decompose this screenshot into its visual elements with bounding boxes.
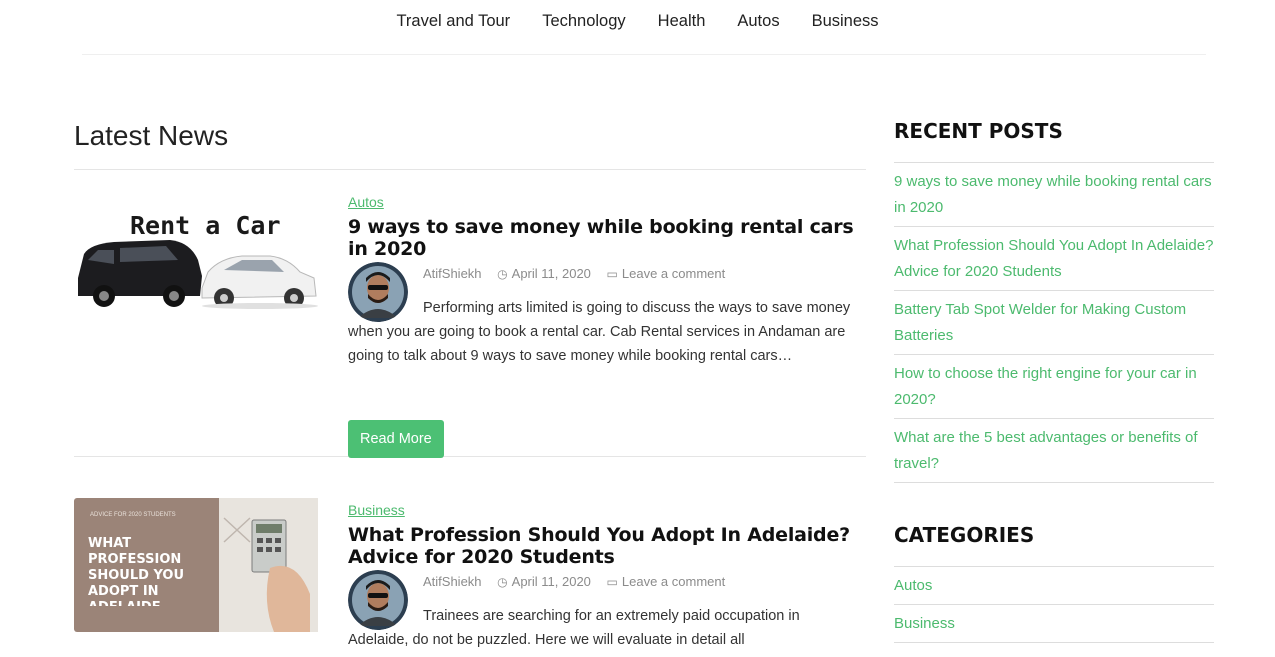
main-content: Latest News Rent a Car Autos 9 ways to s… xyxy=(74,116,866,657)
post-category-link[interactable]: Business xyxy=(348,502,860,520)
sidebar: RECENT POSTS 9 ways to save money while … xyxy=(894,116,1214,643)
nav-item-travel-and-tour[interactable]: Travel and Tour xyxy=(396,13,510,30)
nav-item-technology[interactable]: Technology xyxy=(542,13,625,30)
post-meta: AtifShiekh ◷ April 11, 2020 ▭ Leave a comm… xyxy=(423,266,737,281)
post-category-link[interactable]: Autos xyxy=(348,194,860,212)
list-item: Autos xyxy=(894,567,1214,605)
post-comment-link[interactable]: Leave a comment xyxy=(622,266,725,281)
thumb-text: Rent a Car xyxy=(130,211,281,240)
post-author[interactable]: AtifShiekh xyxy=(423,266,482,281)
list-item: What are the 5 best advantages or benefi… xyxy=(894,419,1214,483)
recent-post-link[interactable]: Battery Tab Spot Welder for Making Custo… xyxy=(894,297,1214,349)
post-author[interactable]: AtifShiekh xyxy=(423,574,482,589)
post-title[interactable]: 9 ways to save money while booking renta… xyxy=(348,216,860,260)
read-more-button[interactable]: Read More xyxy=(348,420,444,458)
post-card: ADVICE FOR 2020 STUDENTS WHAT PROFESSION… xyxy=(74,457,866,657)
post-body: Business What Profession Should You Adop… xyxy=(348,502,860,648)
recent-posts-list: 9 ways to save money while booking renta… xyxy=(894,162,1214,483)
post-meta: AtifShiekh ◷ April 11, 2020 ▭ Leave a comm… xyxy=(423,574,737,589)
clock-icon: ◷ xyxy=(497,575,508,589)
nav-item-health[interactable]: Health xyxy=(658,13,706,30)
list-item: 9 ways to save money while booking renta… xyxy=(894,163,1214,227)
section-title: Latest News xyxy=(74,120,229,151)
recent-posts-title: RECENT POSTS xyxy=(894,119,1063,143)
post-title[interactable]: What Profession Should You Adopt In Adel… xyxy=(348,524,860,568)
post-thumbnail[interactable]: ADVICE FOR 2020 STUDENTS WHAT PROFESSION… xyxy=(74,498,318,632)
rent-a-car-image: Rent a Car xyxy=(74,204,318,312)
post-comment-link[interactable]: Leave a comment xyxy=(622,574,725,589)
recent-post-link[interactable]: How to choose the right engine for your … xyxy=(894,361,1214,413)
profession-image: ADVICE FOR 2020 STUDENTS WHAT PROFESSION… xyxy=(74,498,318,632)
post-date[interactable]: April 11, 2020 xyxy=(512,266,591,281)
post-thumbnail[interactable]: Rent a Car xyxy=(74,204,318,312)
list-item: How to choose the right engine for your … xyxy=(894,355,1214,419)
category-link-business[interactable]: Business xyxy=(894,611,1214,637)
recent-posts-widget: RECENT POSTS 9 ways to save money while … xyxy=(894,116,1214,483)
post-excerpt: Performing arts limited is going to disc… xyxy=(348,300,851,364)
clock-icon: ◷ xyxy=(497,267,508,281)
nav-item-business[interactable]: Business xyxy=(812,13,879,30)
post-date[interactable]: April 11, 2020 xyxy=(512,574,591,589)
comment-icon: ▭ xyxy=(606,575,618,589)
recent-post-link[interactable]: What are the 5 best advantages or benefi… xyxy=(894,425,1214,477)
categories-list: Autos Business xyxy=(894,566,1214,643)
main-nav: Travel and Tour Technology Health Autos … xyxy=(0,0,1275,42)
recent-post-link[interactable]: 9 ways to save money while booking renta… xyxy=(894,169,1214,221)
list-item: Business xyxy=(894,605,1214,643)
thumb-small-text: ADVICE FOR 2020 STUDENTS xyxy=(90,512,176,518)
post-body: Autos 9 ways to save money while booking… xyxy=(348,194,860,458)
list-item: What Profession Should You Adopt In Adel… xyxy=(894,227,1214,291)
categories-title: CATEGORIES xyxy=(894,523,1035,547)
nav-item-autos[interactable]: Autos xyxy=(737,13,779,30)
thumb-text: WHAT PROFESSION SHOULD YOU ADOPT IN ADEL… xyxy=(88,536,185,606)
category-link-autos[interactable]: Autos xyxy=(894,573,1214,599)
post-card: Rent a Car Autos 9 ways to save money wh… xyxy=(74,170,866,458)
list-item: Battery Tab Spot Welder for Making Custo… xyxy=(894,291,1214,355)
nav-divider xyxy=(82,54,1206,55)
categories-widget: CATEGORIES Autos Business xyxy=(894,520,1214,643)
comment-icon: ▭ xyxy=(606,267,618,281)
recent-post-link[interactable]: What Profession Should You Adopt In Adel… xyxy=(894,233,1214,285)
